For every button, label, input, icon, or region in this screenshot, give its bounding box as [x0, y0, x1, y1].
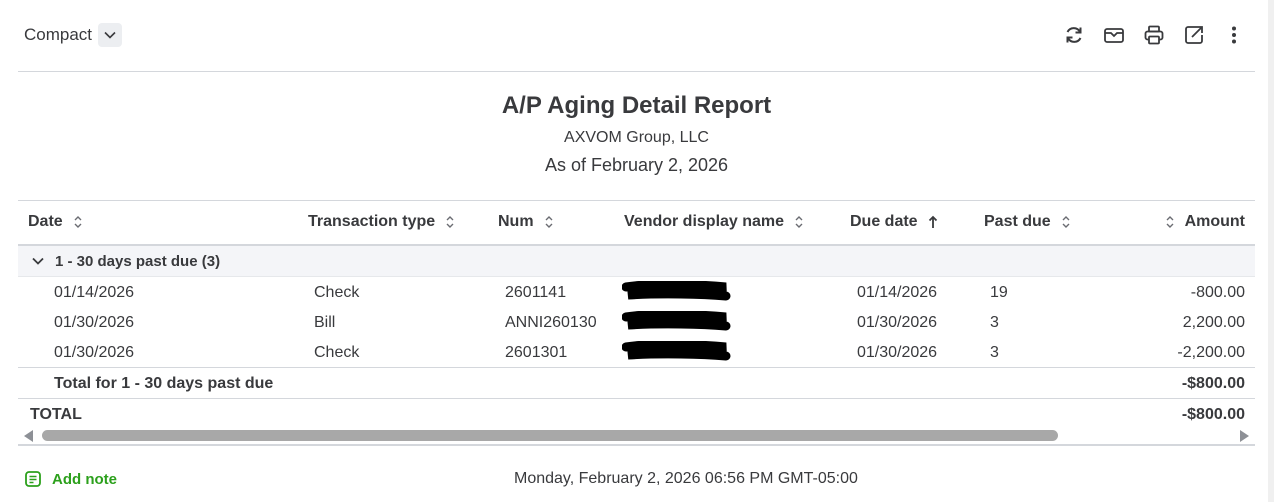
group-total-label: Total for 1 - 30 days past due — [54, 375, 274, 392]
group-row: 1 - 30 days past due (3) — [18, 246, 1255, 277]
group-count: (3) — [201, 253, 221, 270]
table-row[interactable]: 01/30/2026 Bill ANNI260130 01/30/2026 3 … — [18, 307, 1255, 337]
scrollbar-thumb[interactable] — [42, 430, 1058, 441]
group-label-text: 1 - 30 days past due — [55, 253, 198, 270]
cell-date: 01/14/2026 — [54, 284, 135, 301]
sort-icon — [545, 216, 553, 228]
group-total-amount: -$800.00 — [1181, 375, 1245, 392]
report-toolbar: Compact — [18, 16, 1255, 54]
table-row[interactable]: 01/30/2026 Check 2601301 01/30/2026 3 -2… — [18, 337, 1255, 367]
cell-date: 01/30/2026 — [54, 314, 135, 331]
column-header-vendor[interactable]: Vendor display name — [624, 213, 804, 231]
note-icon — [25, 471, 41, 487]
cell-amount: -800.00 — [1190, 284, 1245, 301]
scroll-right-icon[interactable] — [1240, 430, 1249, 442]
refresh-icon[interactable] — [1061, 22, 1087, 48]
cell-num: 2601141 — [505, 284, 567, 301]
email-icon[interactable] — [1101, 22, 1127, 48]
column-header-date-label: Date — [28, 213, 63, 230]
sort-icon — [795, 216, 803, 228]
report-header: A/P Aging Detail Report AXVOM Group, LLC… — [18, 88, 1255, 176]
view-mode-label: Compact — [24, 25, 93, 44]
cell-past-due: 3 — [990, 314, 999, 331]
column-header-amount-label: Amount — [1184, 213, 1245, 230]
group-label: 1 - 30 days past due (3) — [55, 253, 220, 270]
cell-transaction-type[interactable]: Check — [314, 344, 359, 362]
export-icon[interactable] — [1181, 22, 1207, 48]
cell-amount: 2,200.00 — [1182, 314, 1245, 331]
cell-num: ANNI260130 — [505, 314, 597, 331]
cell-transaction-type[interactable]: Check — [314, 284, 359, 302]
column-header-num-label: Num — [498, 213, 534, 230]
horizontal-scrollbar[interactable] — [18, 426, 1255, 446]
report-title: A/P Aging Detail Report — [501, 92, 772, 119]
cell-due-date: 01/30/2026 — [857, 314, 938, 331]
table-header-row: Date Transaction type Num Vendor display… — [18, 200, 1255, 246]
column-header-amount[interactable]: Amount — [1165, 213, 1245, 231]
report-as-of-date: As of February 2, 2026 — [544, 155, 729, 175]
report-timestamp: Monday, February 2, 2026 06:56 PM GMT-05… — [514, 470, 858, 487]
cell-due-date: 01/14/2026 — [857, 284, 938, 301]
column-header-due-date-label: Due date — [850, 213, 918, 230]
cell-past-due: 19 — [990, 284, 1008, 301]
more-options-icon[interactable] — [1221, 22, 1247, 48]
group-total-row: Total for 1 - 30 days past due -$800.00 — [18, 367, 1255, 398]
vertical-scrollbar[interactable] — [1268, 0, 1274, 502]
cell-amount: -2,200.00 — [1177, 344, 1245, 361]
scroll-left-icon[interactable] — [24, 430, 33, 442]
sort-icon — [1166, 216, 1174, 228]
grand-total-label: TOTAL — [30, 406, 82, 423]
toolbar-actions — [1061, 22, 1247, 48]
print-icon[interactable] — [1141, 22, 1167, 48]
sort-icon — [1062, 216, 1070, 228]
sort-ascending-icon — [928, 215, 937, 228]
column-header-past-due[interactable]: Past due — [984, 213, 1071, 231]
add-note-label: Add note — [52, 470, 117, 488]
report-company: AXVOM Group, LLC — [564, 129, 709, 146]
column-header-transaction-type-label: Transaction type — [308, 213, 436, 230]
cell-past-due: 3 — [990, 344, 999, 361]
report-page: Compact A/P Aging Detail Report AXVOM Gr… — [0, 0, 1285, 502]
cell-due-date: 01/30/2026 — [857, 344, 938, 361]
cell-transaction-type[interactable]: Bill — [314, 314, 335, 332]
chevron-down-icon[interactable] — [98, 23, 123, 47]
grand-total-amount: -$800.00 — [1181, 406, 1245, 423]
column-header-date[interactable]: Date — [28, 213, 83, 231]
sort-icon — [446, 216, 454, 228]
column-header-num[interactable]: Num — [498, 213, 554, 231]
table-row[interactable]: 01/14/2026 Check 2601141 01/14/2026 19 -… — [18, 277, 1255, 307]
view-mode-select[interactable]: Compact — [18, 20, 123, 50]
sort-icon — [74, 216, 82, 228]
column-header-vendor-label: Vendor display name — [624, 213, 785, 230]
report-footer: Add note Monday, February 2, 2026 06:56 … — [18, 464, 1255, 494]
add-note-button[interactable]: Add note — [24, 470, 117, 488]
report-table: Date Transaction type Num Vendor display… — [18, 200, 1255, 429]
redacted-vendor-name — [622, 341, 731, 361]
redacted-vendor-name — [622, 281, 731, 301]
column-header-past-due-label: Past due — [984, 213, 1051, 230]
column-header-transaction-type[interactable]: Transaction type — [308, 213, 455, 231]
column-header-due-date[interactable]: Due date — [850, 213, 938, 231]
cell-num: 2601301 — [505, 344, 568, 361]
chevron-down-icon[interactable] — [30, 253, 46, 269]
toolbar-divider — [18, 71, 1255, 72]
redacted-vendor-name — [622, 311, 731, 331]
grand-total-row: TOTAL -$800.00 — [18, 398, 1255, 429]
cell-date: 01/30/2026 — [54, 344, 135, 361]
